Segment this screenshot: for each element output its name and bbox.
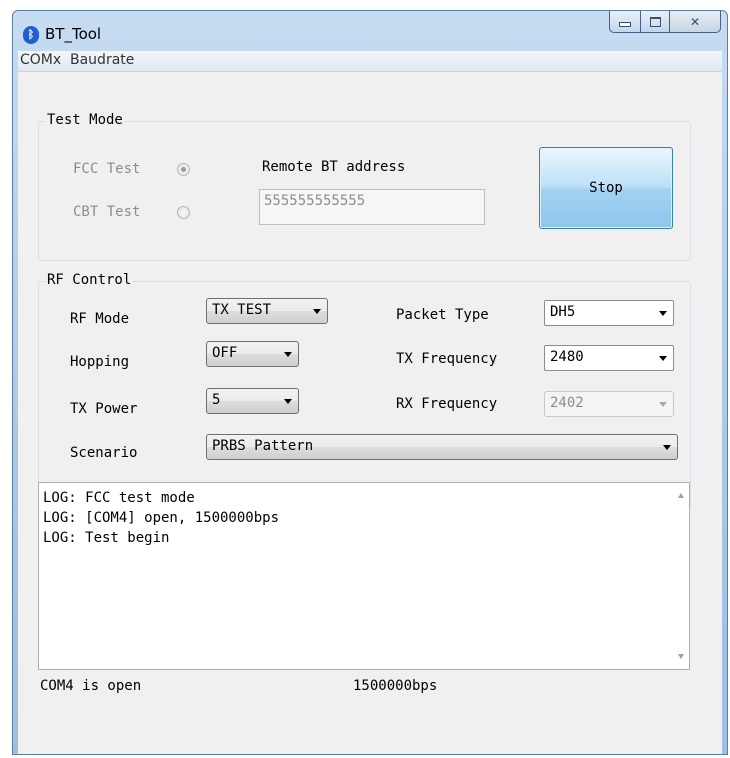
rx-frequency-label: RX Frequency — [396, 396, 498, 412]
test-mode-title: Test Mode — [45, 112, 125, 128]
log-line: LOG: [COM4] open, 1500000bps — [43, 510, 280, 526]
chevron-down-icon — [313, 309, 321, 314]
remote-bt-address-input[interactable]: 555555555555 — [259, 189, 485, 225]
title-bar[interactable]: ᛒ BT_Tool ✕ — [13, 11, 727, 51]
window-title: BT_Tool — [45, 25, 102, 43]
hopping-value: OFF — [212, 345, 238, 361]
app-window: ᛒ BT_Tool ✕ COMx Baudrate Test Mode FCC … — [12, 10, 728, 755]
tx-frequency-label: TX Frequency — [396, 351, 498, 367]
close-icon: ✕ — [689, 14, 701, 29]
menu-bar: COMx Baudrate — [18, 51, 722, 72]
maximize-button[interactable] — [641, 11, 670, 33]
scroll-up-icon[interactable] — [678, 493, 684, 498]
rx-frequency-value: 2402 — [550, 395, 584, 411]
menu-comx[interactable]: COMx — [20, 52, 61, 68]
tx-power-value: 5 — [212, 392, 221, 408]
maximize-icon — [649, 16, 661, 27]
tx-frequency-value: 2480 — [550, 349, 584, 365]
stop-button[interactable]: Stop — [539, 147, 673, 229]
rf-mode-value: TX TEST — [212, 302, 272, 318]
tx-frequency-select[interactable]: 2480 — [544, 345, 674, 371]
rf-control-title: RF Control — [45, 272, 134, 288]
chevron-down-icon — [663, 445, 671, 450]
fcc-test-label: FCC Test — [73, 161, 141, 177]
packet-type-label: Packet Type — [396, 307, 489, 323]
chevron-down-icon — [659, 356, 667, 361]
tx-power-select[interactable]: 5 — [206, 388, 299, 414]
rf-mode-label: RF Mode — [70, 311, 130, 327]
minimize-icon — [619, 22, 631, 27]
log-line: LOG: Test begin — [43, 530, 170, 546]
chevron-down-icon — [659, 402, 667, 407]
tx-power-label: TX Power — [70, 401, 138, 417]
close-button[interactable]: ✕ — [670, 11, 721, 33]
hopping-label: Hopping — [70, 354, 130, 370]
remote-bt-address-label: Remote BT address — [262, 159, 406, 175]
menu-baudrate[interactable]: Baudrate — [70, 52, 134, 68]
packet-type-value: DH5 — [550, 304, 576, 320]
scroll-down-icon[interactable] — [678, 654, 684, 659]
window-controls: ✕ — [609, 11, 721, 33]
cbt-test-radio[interactable] — [177, 206, 190, 219]
rf-mode-select[interactable]: TX TEST — [206, 298, 328, 324]
scenario-select[interactable]: PRBS Pattern — [206, 434, 678, 460]
log-panel[interactable]: LOG: FCC test mode LOG: [COM4] open, 150… — [38, 482, 690, 670]
fcc-test-radio[interactable] — [177, 163, 190, 176]
cbt-test-label: CBT Test — [73, 204, 141, 220]
log-line: LOG: FCC test mode — [43, 490, 195, 506]
chevron-down-icon — [659, 311, 667, 316]
rx-frequency-select[interactable]: 2402 — [544, 391, 674, 417]
scenario-label: Scenario — [70, 445, 138, 461]
hopping-select[interactable]: OFF — [206, 341, 299, 367]
baud-status: 1500000bps — [353, 678, 438, 694]
status-bar: COM4 is open 1500000bps — [35, 674, 727, 698]
bluetooth-icon: ᛒ — [23, 26, 39, 44]
log-lines: LOG: FCC test mode LOG: [COM4] open, 150… — [43, 488, 279, 548]
scenario-value: PRBS Pattern — [212, 438, 314, 454]
chevron-down-icon — [284, 399, 292, 404]
packet-type-select[interactable]: DH5 — [544, 300, 674, 326]
minimize-button[interactable] — [609, 11, 641, 33]
port-status: COM4 is open — [40, 678, 142, 694]
chevron-down-icon — [284, 352, 292, 357]
